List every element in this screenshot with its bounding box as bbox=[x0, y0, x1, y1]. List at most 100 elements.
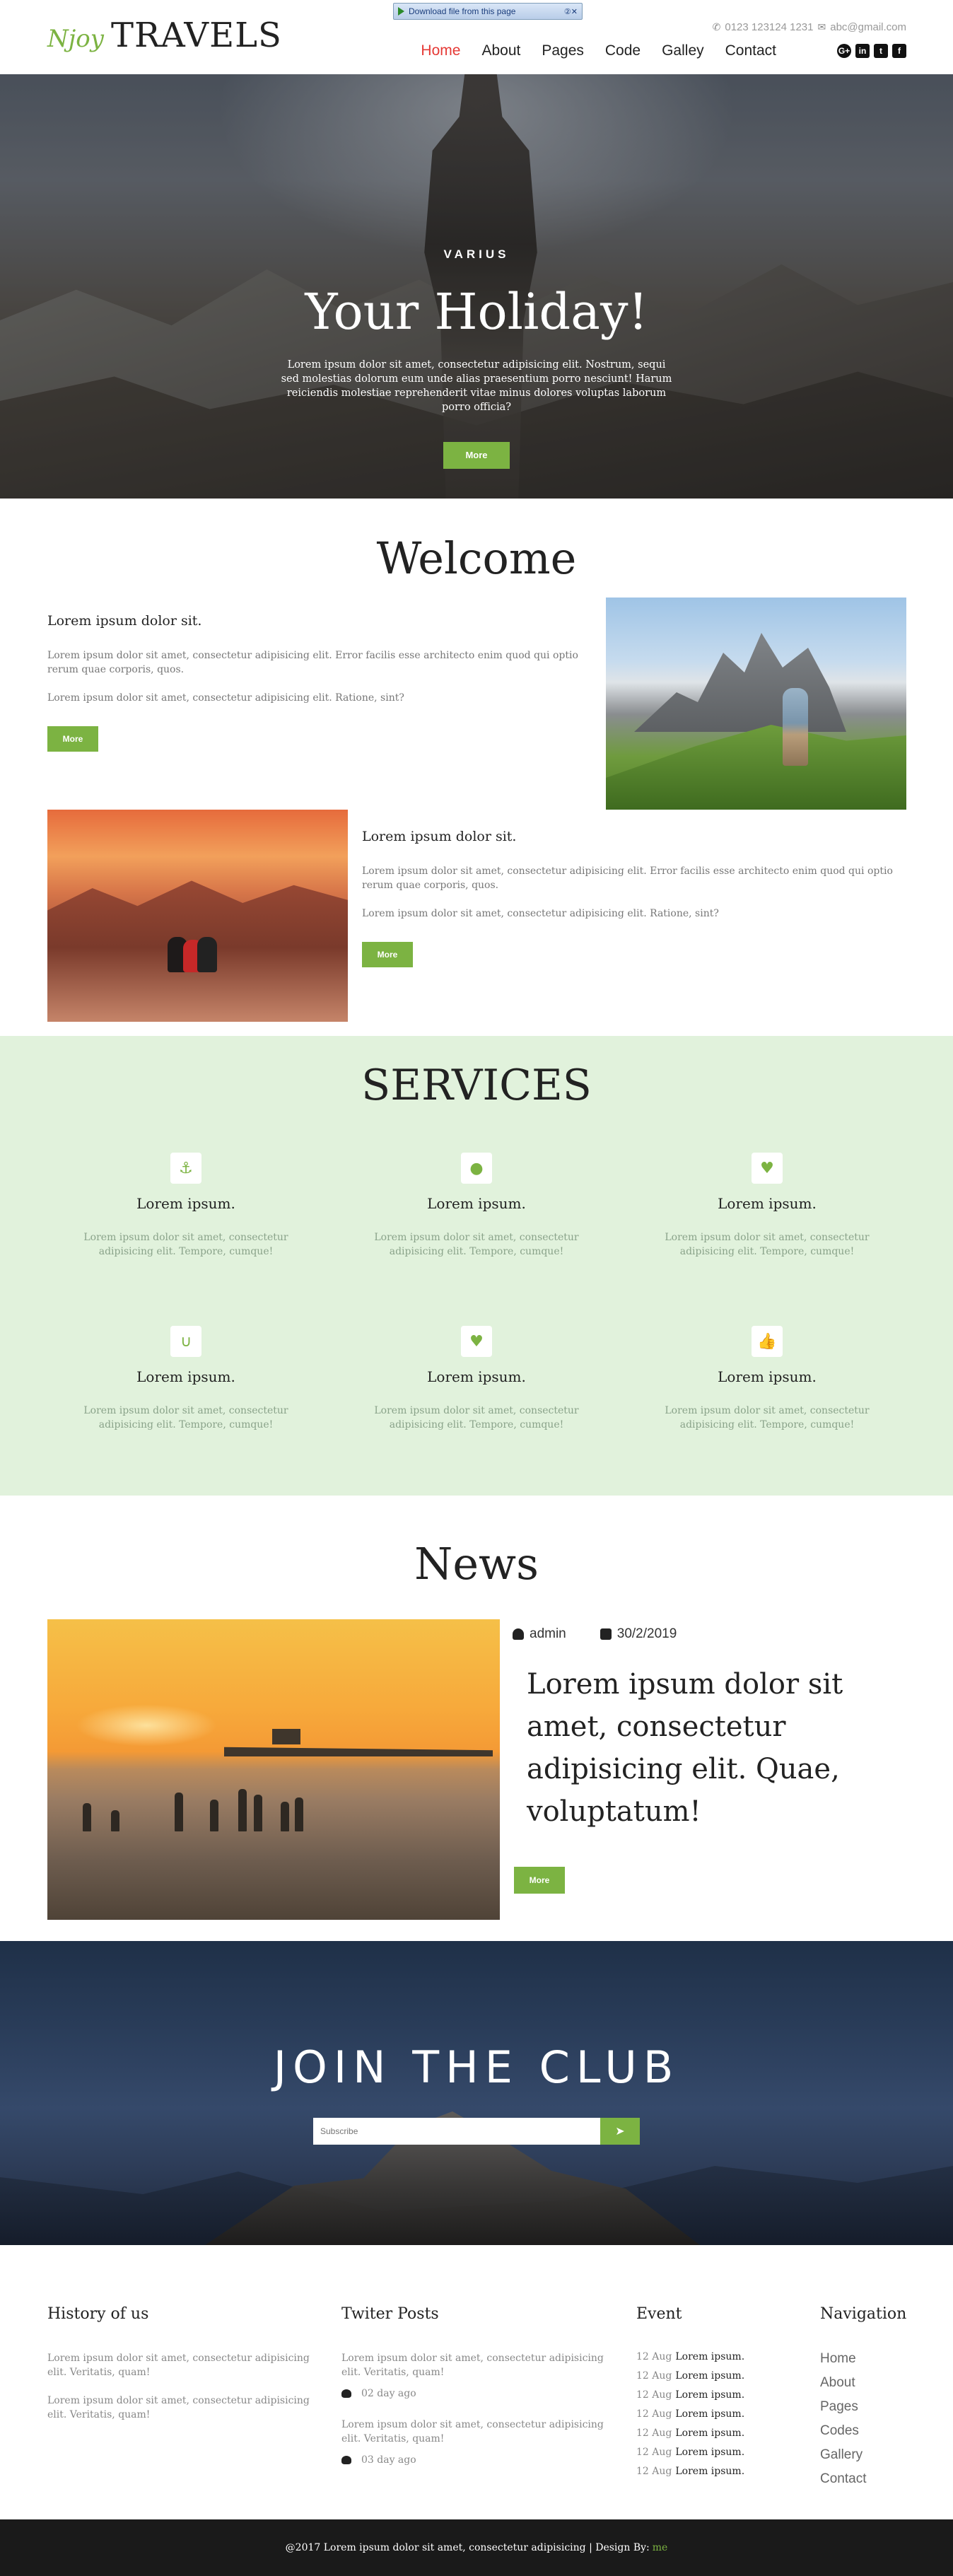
contact-email[interactable]: abc@gmail.com bbox=[830, 21, 906, 33]
dolomites-photo bbox=[606, 598, 906, 810]
contact-phone: 0123 123124 1231 bbox=[725, 21, 814, 33]
services-section: SERVICES ⚓ Lorem ipsum. Lorem ipsum dolo… bbox=[0, 1036, 953, 1496]
footer-link-about[interactable]: About bbox=[820, 2375, 926, 2391]
hero-text: Lorem ipsum dolor sit amet, consectetur … bbox=[281, 359, 672, 413]
hero-kicker: VARIUS bbox=[443, 247, 510, 261]
footer-history-title: History of us bbox=[47, 2305, 149, 2323]
footer-navigation-title: Navigation bbox=[820, 2305, 907, 2323]
anchor-icon: ⚓ bbox=[170, 1153, 201, 1184]
thumbs-up-icon: 👍 bbox=[752, 1326, 783, 1357]
service-title: Lorem ipsum. bbox=[718, 1368, 817, 1385]
designer-link[interactable]: me bbox=[653, 2542, 668, 2553]
subscribe-form: ➤ bbox=[313, 2118, 640, 2145]
welcome-block-text: Lorem ipsum dolor sit amet, consectetur … bbox=[47, 650, 578, 675]
subscribe-input[interactable] bbox=[313, 2118, 600, 2145]
welcome-more-button[interactable]: More bbox=[362, 942, 413, 967]
magnet-icon: ∪ bbox=[170, 1326, 201, 1357]
download-bar-label: Download file from this page bbox=[409, 6, 516, 16]
nav-galley[interactable]: Galley bbox=[662, 42, 704, 59]
welcome-block-heading: Lorem ipsum dolor sit. bbox=[362, 829, 517, 844]
logo[interactable]: Njoy TRAVELS bbox=[47, 16, 282, 55]
event-item[interactable]: 12 Aug Lorem ipsum. bbox=[636, 2389, 799, 2401]
welcome-block-1: Lorem ipsum dolor sit. Lorem ipsum dolor… bbox=[47, 613, 585, 752]
nav-pages[interactable]: Pages bbox=[542, 42, 584, 59]
nav-about[interactable]: About bbox=[481, 42, 520, 59]
footer-link-pages[interactable]: Pages bbox=[820, 2399, 926, 2415]
service-text: Lorem ipsum dolor sit amet, consectetur … bbox=[83, 1232, 288, 1257]
join-title: JOIN THE CLUB bbox=[273, 2041, 680, 2093]
tweet-time: 03 day ago bbox=[361, 2454, 416, 2466]
service-text: Lorem ipsum dolor sit amet, consectetur … bbox=[83, 1405, 288, 1430]
desert-photo bbox=[47, 810, 348, 1022]
service-card: 👍 Lorem ipsum. Lorem ipsum dolor sit ame… bbox=[636, 1326, 898, 1432]
event-item[interactable]: 12 Aug Lorem ipsum. bbox=[636, 2428, 799, 2439]
welcome-block-heading: Lorem ipsum dolor sit. bbox=[47, 613, 202, 629]
tweet-time: 02 day ago bbox=[361, 2388, 416, 2399]
footer-link-gallery[interactable]: Gallery bbox=[820, 2447, 926, 2463]
event-item[interactable]: 12 Aug Lorem ipsum. bbox=[636, 2408, 799, 2420]
welcome-block-2: Lorem ipsum dolor sit. Lorem ipsum dolor… bbox=[362, 829, 906, 967]
welcome-title: Welcome bbox=[376, 532, 577, 584]
footer-navigation: Navigation Home About Pages Codes Galler… bbox=[820, 2305, 926, 2495]
news-more-button[interactable]: More bbox=[514, 1867, 565, 1894]
news-title: News bbox=[414, 1538, 539, 1590]
main-nav: Home About Pages Code Galley Contact bbox=[421, 42, 776, 59]
event-item[interactable]: 12 Aug Lorem ipsum. bbox=[636, 2351, 799, 2362]
welcome-more-button[interactable]: More bbox=[47, 726, 98, 752]
service-text: Lorem ipsum dolor sit amet, consectetur … bbox=[665, 1232, 870, 1257]
download-bar[interactable]: Download file from this page ②✕ bbox=[393, 3, 583, 20]
service-text: Lorem ipsum dolor sit amet, consectetur … bbox=[665, 1405, 870, 1430]
service-text: Lorem ipsum dolor sit amet, consectetur … bbox=[374, 1232, 579, 1257]
comment-icon: ● bbox=[461, 1153, 492, 1184]
footer-link-contact[interactable]: Contact bbox=[820, 2471, 926, 2487]
footer-link-codes[interactable]: Codes bbox=[820, 2423, 926, 2439]
linkedin-icon[interactable]: in bbox=[855, 44, 870, 58]
phone-icon: ✆ bbox=[712, 21, 721, 33]
service-title: Lorem ipsum. bbox=[136, 1195, 235, 1212]
google-plus-icon[interactable]: G+ bbox=[837, 44, 851, 58]
play-icon bbox=[398, 7, 404, 16]
event-item[interactable]: 12 Aug Lorem ipsum. bbox=[636, 2466, 799, 2477]
site-footer: History of us Lorem ipsum dolor sit amet… bbox=[0, 2245, 953, 2519]
facebook-icon[interactable]: f bbox=[892, 44, 906, 58]
nav-contact[interactable]: Contact bbox=[725, 42, 776, 59]
footer-history-text: Lorem ipsum dolor sit amet, consectetur … bbox=[47, 2395, 310, 2420]
footer-history-text: Lorem ipsum dolor sit amet, consectetur … bbox=[47, 2353, 310, 2378]
welcome-block-text: Lorem ipsum dolor sit amet, consectetur … bbox=[47, 692, 404, 704]
calendar-icon bbox=[600, 1628, 612, 1640]
service-card: ● Lorem ipsum. Lorem ipsum dolor sit ame… bbox=[346, 1153, 607, 1259]
hero-more-button[interactable]: More bbox=[443, 442, 510, 469]
send-icon[interactable]: ➤ bbox=[600, 2118, 640, 2145]
footer-twitter: Twiter Posts Lorem ipsum dolor sit amet,… bbox=[341, 2305, 624, 2484]
nav-home[interactable]: Home bbox=[421, 42, 460, 59]
contact-line: ✆ 0123 123124 1231 ✉ abc@gmail.com bbox=[713, 21, 906, 33]
tweet-text: Lorem ipsum dolor sit amet, consectetur … bbox=[341, 2353, 604, 2378]
logo-name: TRAVELS bbox=[110, 16, 282, 55]
event-item[interactable]: 12 Aug Lorem ipsum. bbox=[636, 2370, 799, 2382]
service-card: ♥ Lorem ipsum. Lorem ipsum dolor sit ame… bbox=[636, 1153, 898, 1259]
welcome-block-text: Lorem ipsum dolor sit amet, consectetur … bbox=[362, 908, 719, 919]
news-section: News admin 30/2/2019 Lorem ipsum dolor s… bbox=[0, 1496, 953, 1941]
nav-code[interactable]: Code bbox=[605, 42, 641, 59]
user-icon bbox=[513, 1628, 524, 1640]
service-title: Lorem ipsum. bbox=[427, 1368, 526, 1385]
hero-title: Your Holiday! bbox=[305, 283, 648, 341]
copyright-bar: @2017 Lorem ipsum dolor sit amet, consec… bbox=[0, 2519, 953, 2576]
news-author: admin bbox=[530, 1626, 566, 1641]
news-headline: Lorem ipsum dolor sit amet, consectetur … bbox=[527, 1668, 843, 1828]
footer-twitter-title: Twiter Posts bbox=[341, 2305, 439, 2323]
service-title: Lorem ipsum. bbox=[718, 1195, 817, 1212]
footer-events: Event 12 Aug Lorem ipsum. 12 Aug Lorem ips… bbox=[636, 2305, 799, 2485]
hero-banner: VARIUS Your Holiday! Lorem ipsum dolor s… bbox=[0, 74, 953, 499]
service-title: Lorem ipsum. bbox=[136, 1368, 235, 1385]
join-club-section: JOIN THE CLUB ➤ bbox=[0, 1941, 953, 2245]
service-card: ♥ Lorem ipsum. Lorem ipsum dolor sit ame… bbox=[346, 1326, 607, 1432]
download-bar-controls[interactable]: ②✕ bbox=[564, 7, 578, 16]
footer-link-home[interactable]: Home bbox=[820, 2351, 926, 2367]
twitter-bird-icon bbox=[341, 2389, 351, 2398]
twitter-bird-icon bbox=[341, 2456, 351, 2464]
tweet-text: Lorem ipsum dolor sit amet, consectetur … bbox=[341, 2419, 604, 2444]
twitter-icon[interactable]: t bbox=[874, 44, 888, 58]
event-item[interactable]: 12 Aug Lorem ipsum. bbox=[636, 2447, 799, 2458]
beach-photo bbox=[47, 1619, 500, 1920]
